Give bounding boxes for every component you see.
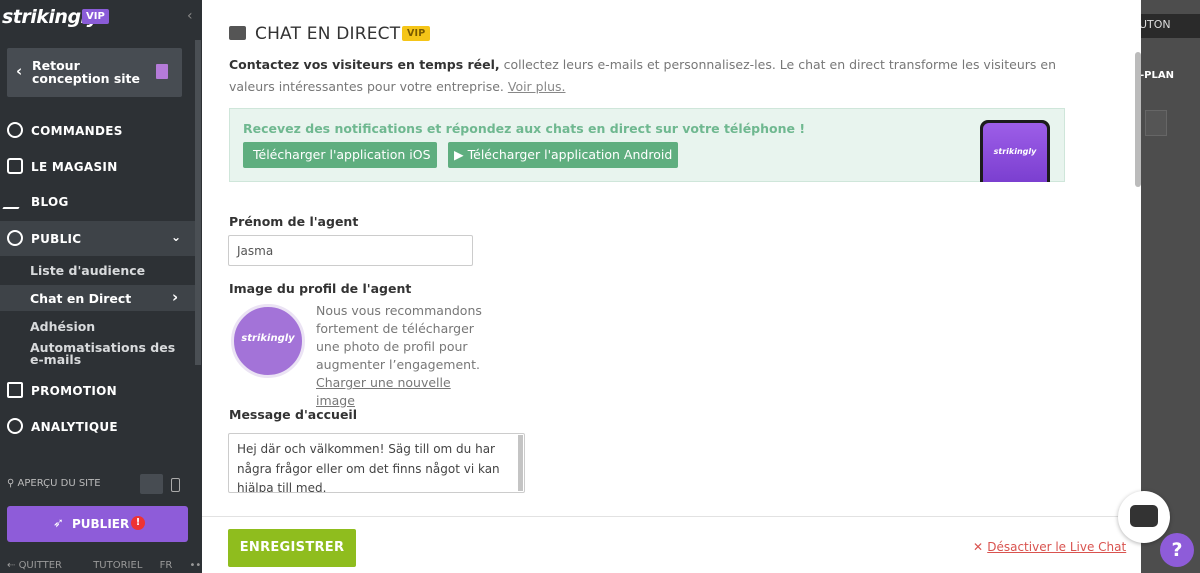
modal-description: Contactez vos visiteurs en temps réel, c… xyxy=(229,54,1099,98)
chat-bubble-icon xyxy=(1130,505,1158,527)
language-link[interactable]: FR xyxy=(160,560,173,571)
chevron-right-icon: › xyxy=(172,288,179,306)
welcome-message-textarea[interactable]: Hej där och välkommen! Säg till om du ha… xyxy=(228,433,525,493)
rocket-icon: ➶ xyxy=(53,516,64,531)
phone-logo: strikingly xyxy=(983,123,1047,182)
vip-badge: VIP xyxy=(82,9,109,24)
megaphone-icon xyxy=(7,382,23,398)
agent-profile-label: Image du profil de l'agent xyxy=(229,281,412,296)
public-row: PUBLIC ⌄ xyxy=(0,230,195,250)
editor-plan-button[interactable]: -PLAN xyxy=(1136,66,1200,88)
back-to-design-button[interactable]: ‹ Retour conception site xyxy=(7,48,182,97)
modal-footer: ENREGISTRER ✕ Désactiver le Live Chat xyxy=(202,516,1141,573)
live-chat-modal: CHAT EN DIRECT VIP Contactez vos visiteu… xyxy=(202,0,1141,573)
nav-label: COMMANDES xyxy=(31,124,123,138)
desc-bold: Contactez vos visiteurs en temps réel, xyxy=(229,57,500,72)
title-text: CHAT EN DIRECT xyxy=(255,24,401,44)
quit-label: QUITTER xyxy=(18,560,63,571)
sub-item-adhesion[interactable]: Adhésion xyxy=(30,319,95,334)
close-icon: ✕ xyxy=(973,540,988,554)
sub-item-audience[interactable]: Liste d'audience xyxy=(30,263,145,278)
help-button[interactable]: ? xyxy=(1160,533,1194,567)
sidebar: strikingly VIP ‹ ‹ Retour conception sit… xyxy=(0,0,207,573)
dollar-icon xyxy=(7,122,23,138)
nav-label: BLOG xyxy=(31,195,69,209)
quit-link[interactable]: ⇠ QUITTER xyxy=(7,560,76,571)
warning-icon: ! xyxy=(131,516,145,530)
nav-item-magasin[interactable]: LE MAGASIN xyxy=(0,158,195,178)
mobile-view-icon[interactable] xyxy=(171,478,180,492)
welcome-message-text: Hej där och välkommen! Säg till om du ha… xyxy=(237,442,500,493)
publish-label: PUBLIER xyxy=(72,517,130,531)
phone-illustration: strikingly xyxy=(980,120,1050,182)
play-store-icon: ▶ xyxy=(454,147,464,162)
android-label: Télécharger l'application Android xyxy=(467,147,673,162)
nav-item-commandes[interactable]: COMMANDES xyxy=(0,122,195,142)
nav-item-promotion[interactable]: PROMOTION xyxy=(0,382,195,402)
textarea-scrollbar[interactable] xyxy=(518,435,523,491)
modal-content: CHAT EN DIRECT VIP Contactez vos visiteu… xyxy=(202,0,1141,516)
android-app-button[interactable]: ▶ Télécharger l'application Android xyxy=(448,142,679,168)
chat-icon xyxy=(229,26,246,40)
design-book-icon xyxy=(156,64,168,79)
tutorial-link[interactable]: TUTORIEL xyxy=(93,560,142,571)
publish-button[interactable]: ➶ PUBLIER ! xyxy=(7,506,188,542)
nav-label: PROMOTION xyxy=(31,384,117,398)
agent-name-label: Prénom de l'agent xyxy=(229,214,359,229)
profile-note-text: Nous vous recommandons fortement de télé… xyxy=(316,303,482,372)
agent-name-input[interactable]: Jasma xyxy=(228,235,473,266)
deactivate-label: Désactiver le Live Chat xyxy=(987,540,1127,554)
welcome-message-label: Message d'accueil xyxy=(229,407,357,422)
modal-scrollbar[interactable] xyxy=(1135,52,1141,187)
nav-item-blog[interactable]: BLOG xyxy=(0,193,195,213)
deactivate-live-chat-link[interactable]: ✕ Désactiver le Live Chat xyxy=(973,540,1126,554)
site-preview-link[interactable]: ⚲ APERÇU DU SITE xyxy=(7,478,101,489)
preview-label: APERÇU DU SITE xyxy=(17,478,101,489)
see-more-link[interactable]: Voir plus. xyxy=(508,79,566,94)
desktop-view-icon[interactable] xyxy=(140,474,163,494)
banner-heading: Recevez des notifications et répondez au… xyxy=(243,121,806,136)
profile-note: Nous vous recommandons fortement de télé… xyxy=(316,302,491,410)
agent-avatar[interactable]: strikingly xyxy=(231,304,305,378)
editor-button[interactable]: UTON xyxy=(1133,14,1200,38)
nav-item-analytique[interactable]: ANALYTIQUE xyxy=(0,418,195,438)
store-icon xyxy=(7,158,23,174)
pie-chart-icon xyxy=(7,418,23,434)
users-icon xyxy=(7,230,23,246)
sub-item-chat-active[interactable]: Chat en Direct › xyxy=(0,285,195,311)
sub-item-automations[interactable]: Automatisations des e-mails xyxy=(30,341,180,366)
save-button[interactable]: ENREGISTRER xyxy=(228,529,356,567)
mobile-app-banner: Recevez des notifications et répondez au… xyxy=(229,108,1065,182)
sidebar-footer: ⇠ QUITTER TUTORIEL FR ••• xyxy=(7,560,221,571)
nav-label: PUBLIC xyxy=(31,232,82,246)
ios-label: Télécharger l'application iOS xyxy=(253,147,431,162)
sidebar-scrollbar[interactable] xyxy=(195,40,201,365)
editor-field[interactable] xyxy=(1145,110,1167,136)
live-chat-widget-button[interactable] xyxy=(1118,491,1170,543)
search-icon: ⚲ xyxy=(7,478,15,489)
collapse-sidebar-icon[interactable]: ‹ xyxy=(187,8,193,24)
vip-badge: VIP xyxy=(402,26,431,41)
ios-app-button[interactable]: Télécharger l'application iOS xyxy=(243,142,437,168)
nav-item-public[interactable]: PUBLIC ⌄ xyxy=(0,221,195,256)
nav-label: ANALYTIQUE xyxy=(31,420,118,434)
pen-icon xyxy=(2,193,28,209)
sub-item-chat-label: Chat en Direct xyxy=(30,291,132,306)
nav-label: LE MAGASIN xyxy=(31,160,118,174)
chevron-left-icon: ‹ xyxy=(16,62,23,80)
upload-image-link[interactable]: Charger une nouvelle image xyxy=(316,375,451,408)
back-button-label: Retour conception site xyxy=(32,58,141,86)
chevron-down-icon: ⌄ xyxy=(171,230,182,244)
